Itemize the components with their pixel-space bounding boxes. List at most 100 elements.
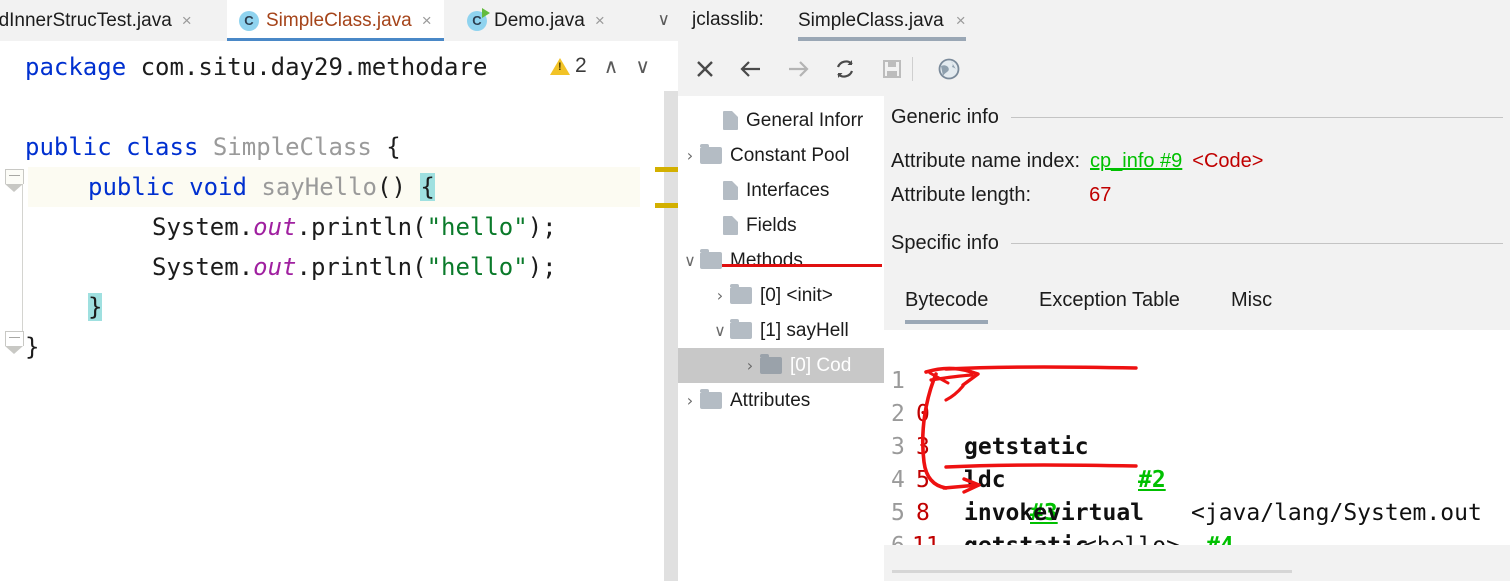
attribute-length-value: 67: [1089, 184, 1112, 206]
tree-item-interfaces[interactable]: Interfaces: [678, 173, 884, 208]
folder-icon: [730, 319, 752, 339]
editor-gutter[interactable]: [0, 41, 28, 581]
tree-item-fields[interactable]: Fields: [678, 208, 884, 243]
warning-triangle-icon: [550, 57, 570, 75]
save-icon: [877, 54, 907, 84]
matched-brace: {: [420, 173, 435, 201]
close-icon[interactable]: ×: [422, 11, 432, 31]
tab-label: Bytecode: [905, 289, 989, 311]
chevron-down-icon[interactable]: ∨: [658, 10, 670, 30]
method-parens: (): [377, 173, 406, 201]
attribute-length-label: Attribute length:: [891, 184, 1032, 206]
inspection-warning-badge[interactable]: 2 ∧ ∨: [550, 54, 650, 78]
section-title: Specific info: [891, 232, 999, 254]
file-icon: [723, 111, 738, 130]
reload-icon[interactable]: [830, 54, 860, 84]
cp-info-link[interactable]: cp_info #9: [1090, 150, 1182, 172]
tab-misc[interactable]: Misc: [1231, 282, 1272, 324]
fold-marker-method[interactable]: [5, 169, 24, 192]
keyword-public: public: [88, 173, 175, 201]
code-line-6: System.out.println("hello");: [152, 247, 557, 287]
file-icon: [723, 181, 738, 200]
string-literal: "hello": [426, 213, 528, 241]
tree-item-code-attribute[interactable]: › [0] Cod: [678, 348, 884, 383]
open-brace: {: [386, 133, 401, 161]
jclasslib-panel-label: jclasslib:: [692, 9, 764, 30]
jclasslib-tool-window: jclasslib: SimpleClass.java × General In…: [678, 0, 1510, 581]
folder-icon: [730, 284, 752, 304]
system-ref: System.: [152, 253, 254, 281]
tree-item-method-init[interactable]: › [0] <init>: [678, 278, 884, 313]
chevron-right-icon[interactable]: ›: [710, 286, 730, 305]
bytecode-listing[interactable]: 1 0 getstatic #2 <java/lang/System.out 2…: [884, 330, 1510, 545]
jclasslib-tab-label: SimpleClass.java: [798, 9, 944, 31]
bytecode-row[interactable]: 6 13 invokevirtual #4 <java/io/PrintStre: [884, 497, 1050, 545]
editor-tab-demo[interactable]: C Demo.java ×: [457, 0, 615, 41]
chevron-right-icon[interactable]: ›: [680, 391, 700, 410]
section-title: Generic info: [891, 106, 999, 128]
detail-tab-strip: Bytecode Exception Table Misc: [891, 282, 1503, 324]
generic-info-header: Generic info: [891, 106, 1503, 129]
tree-item-constant-pool[interactable]: › Constant Pool: [678, 138, 884, 173]
package-name: com.situ.day29.methodare: [126, 53, 488, 81]
bytecode-row[interactable]: 2 3 ldc #3 <hello>: [884, 365, 1180, 545]
chevron-right-icon[interactable]: ›: [680, 146, 700, 165]
bytecode-row[interactable]: 5 11 ldc #3 <hello>: [884, 464, 1050, 545]
tab-bytecode[interactable]: Bytecode: [905, 282, 989, 324]
attribute-length-row: Attribute length: 67: [891, 184, 1111, 207]
out-field: out: [253, 213, 297, 241]
run-arrow-icon: [482, 7, 490, 18]
tree-item-attributes[interactable]: › Attributes: [678, 383, 884, 418]
editor-tab-simpleclass[interactable]: C SimpleClass.java ×: [227, 0, 444, 41]
jclasslib-split-view: General Inforr › Constant Pool Interface…: [678, 96, 1510, 581]
chevron-up-icon[interactable]: ∧: [604, 54, 619, 78]
back-arrow-icon[interactable]: [736, 54, 766, 84]
browse-web-icon[interactable]: [934, 54, 964, 84]
panel-bottom-divider: [892, 570, 1292, 573]
attribute-name-index-label: Attribute name index:: [891, 150, 1080, 172]
keyword-class: class: [126, 133, 199, 161]
tree-item-label: Methods: [730, 249, 803, 271]
editor-tab-odinnerstructest[interactable]: odInnerStrucTest.java ×: [0, 0, 192, 41]
editor-tab-label: SimpleClass.java: [266, 9, 412, 31]
tree-item-method-sayhello[interactable]: ∨ [1] sayHell: [678, 313, 884, 348]
bytecode-cp-ref[interactable]: #4: [1206, 533, 1234, 545]
fold-marker-class[interactable]: [5, 331, 24, 354]
attribute-name-index-value: <Code>: [1192, 150, 1264, 172]
editor-scrollbar-thumb[interactable]: [664, 91, 678, 581]
specific-info-header: Specific info: [891, 232, 1503, 255]
tree-item-methods[interactable]: ∨ Methods: [678, 243, 884, 278]
keyword-package: package: [25, 53, 127, 81]
file-icon: [723, 216, 738, 235]
println-call: .println(: [296, 253, 427, 281]
tab-exception-table[interactable]: Exception Table: [1039, 282, 1180, 324]
code-line-8: }: [25, 327, 39, 367]
bytecode-row[interactable]: 4 8 getstatic #2 <java/lang/System.out: [884, 431, 1089, 545]
tree-item-general-information[interactable]: General Inforr: [678, 103, 884, 138]
section-divider: [1010, 243, 1503, 244]
chevron-right-icon[interactable]: ›: [740, 356, 760, 375]
bytecode-cp-ref[interactable]: #2: [1138, 467, 1166, 493]
class-name: SimpleClass: [212, 133, 372, 161]
editor-tab-label: odInnerStrucTest.java: [0, 9, 172, 31]
jclasslib-tab-simpleclass[interactable]: SimpleClass.java ×: [798, 0, 966, 41]
folder-icon: [700, 144, 722, 164]
bytecode-row[interactable]: 7 16 return: [884, 530, 1050, 545]
bytecode-descriptor: <java/lang/System.out: [1191, 500, 1482, 526]
chevron-down-icon[interactable]: ∨: [680, 251, 700, 270]
attribute-detail-panel: Generic info Attribute name index: cp_inf…: [884, 96, 1510, 581]
close-icon[interactable]: ×: [595, 11, 605, 31]
folder-icon: [700, 389, 722, 409]
editor-text-area[interactable]: package com.situ.day29.methodare public …: [0, 41, 678, 581]
tab-label: Exception Table: [1039, 289, 1180, 311]
bytecode-row[interactable]: 3 5 invokevirtual #4 <java/io/PrintStre: [884, 398, 1234, 545]
close-icon[interactable]: ×: [956, 11, 966, 31]
chevron-down-icon[interactable]: ∨: [710, 321, 730, 340]
out-field: out: [253, 253, 297, 281]
close-icon[interactable]: [690, 54, 720, 84]
toolbar-separator: [912, 57, 913, 81]
bytecode-row[interactable]: 1 0 getstatic #2 <java/lang/System.out: [884, 332, 1482, 526]
chevron-down-icon[interactable]: ∨: [635, 54, 650, 78]
close-icon[interactable]: ×: [182, 11, 192, 31]
class-structure-tree[interactable]: General Inforr › Constant Pool Interface…: [678, 96, 884, 581]
